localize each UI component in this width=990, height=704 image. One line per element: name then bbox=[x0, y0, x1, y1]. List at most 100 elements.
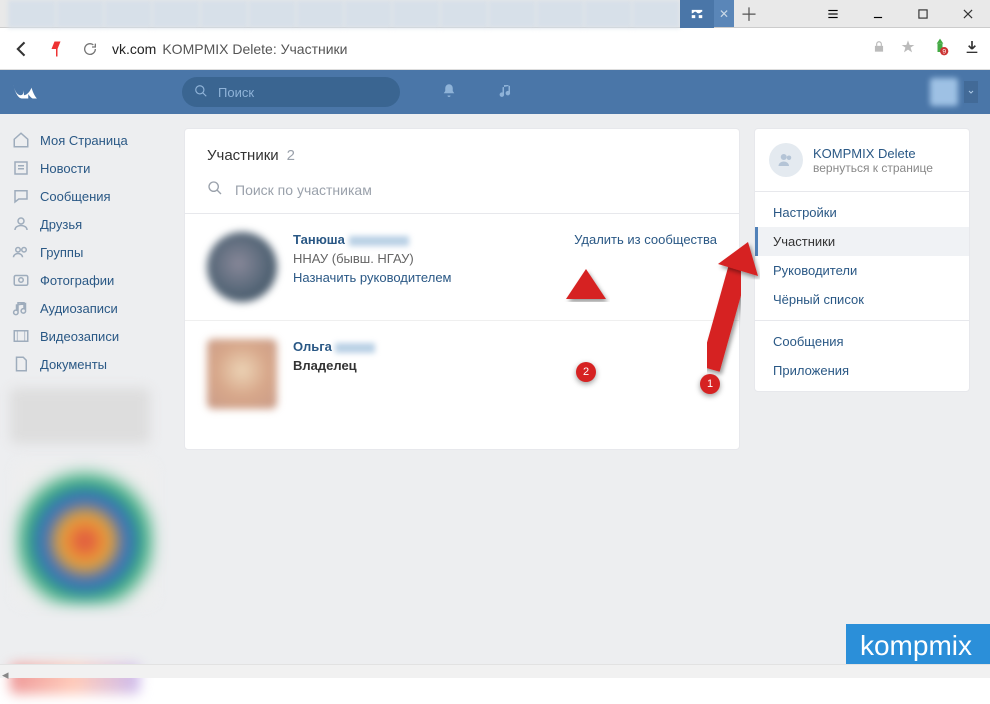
vk-search-input[interactable] bbox=[216, 84, 396, 101]
search-icon bbox=[207, 180, 223, 199]
downloads-icon[interactable] bbox=[964, 39, 980, 58]
vk-sidebar: Моя Страница Новости Сообщения Друзья Группы… bbox=[0, 114, 170, 678]
members-count: 2 bbox=[287, 147, 295, 164]
video-icon bbox=[12, 327, 30, 345]
tab-blurred[interactable] bbox=[200, 0, 248, 28]
members-card: Участники 2 Танюша ННАУ (бывш. НГАУ) Наз… bbox=[184, 128, 740, 450]
reload-button[interactable] bbox=[78, 37, 102, 61]
back-to-page-link[interactable]: вернуться к странице bbox=[813, 161, 933, 175]
friends-icon bbox=[12, 215, 30, 233]
group-avatar-icon bbox=[769, 143, 803, 177]
ad-blurred bbox=[15, 464, 155, 604]
tab-blurred[interactable] bbox=[344, 0, 392, 28]
nav-item-news[interactable]: Новости bbox=[0, 154, 170, 182]
remove-from-community-link[interactable]: Удалить из сообщества bbox=[574, 232, 717, 302]
assign-admin-link[interactable]: Назначить руководителем bbox=[293, 270, 558, 285]
groups-icon bbox=[12, 243, 30, 261]
browser-menu-button[interactable] bbox=[810, 0, 855, 27]
member-sub: ННАУ (бывш. НГАУ) bbox=[293, 251, 558, 266]
tab-active-vk[interactable] bbox=[680, 0, 714, 28]
docs-icon bbox=[12, 355, 30, 373]
group-settings-panel: KOMPMIX Delete вернуться к странице Наст… bbox=[754, 128, 970, 392]
tab-blurred[interactable] bbox=[104, 0, 152, 28]
tab-blurred[interactable] bbox=[488, 0, 536, 28]
tab-blurred[interactable] bbox=[440, 0, 488, 28]
tab-blurred[interactable] bbox=[392, 0, 440, 28]
nav-item-groups[interactable]: Группы bbox=[0, 238, 170, 266]
nav-item-home[interactable]: Моя Страница bbox=[0, 126, 170, 154]
new-tab-button[interactable]: ＋ bbox=[734, 0, 764, 27]
ad-blurred bbox=[10, 388, 150, 444]
window-close-button[interactable] bbox=[945, 0, 990, 27]
url-display[interactable]: vk.com KOMPMIX Delete: Участники bbox=[112, 41, 862, 57]
music-icon[interactable] bbox=[498, 82, 516, 103]
url-title: KOMPMIX Delete: Участники bbox=[162, 41, 347, 57]
vk-logo[interactable] bbox=[12, 79, 56, 105]
svg-text:9: 9 bbox=[942, 49, 946, 56]
settings-menu-item[interactable]: Сообщения bbox=[755, 327, 969, 356]
audio-icon bbox=[12, 299, 30, 317]
settings-menu: НастройкиУчастникиРуководителиЧёрный спи… bbox=[755, 191, 969, 391]
tab-blurred[interactable] bbox=[632, 0, 680, 28]
tab-blurred[interactable] bbox=[56, 0, 104, 28]
news-icon bbox=[12, 159, 30, 177]
nav-label: Видеозаписи bbox=[40, 329, 119, 344]
window-minimize-button[interactable] bbox=[855, 0, 900, 27]
settings-menu-item[interactable]: Чёрный список bbox=[755, 285, 969, 314]
url-host: vk.com bbox=[112, 41, 156, 57]
back-button[interactable] bbox=[10, 37, 34, 61]
tab-blurred[interactable] bbox=[296, 0, 344, 28]
yandex-logo[interactable] bbox=[44, 37, 68, 61]
nav-item-msg[interactable]: Сообщения bbox=[0, 182, 170, 210]
group-title-link[interactable]: KOMPMIX Delete bbox=[813, 146, 933, 161]
nav-item-docs[interactable]: Документы bbox=[0, 350, 170, 378]
nav-label: Моя Страница bbox=[40, 133, 128, 148]
photos-icon bbox=[12, 271, 30, 289]
nav-label: Друзья bbox=[40, 217, 82, 232]
chevron-down-icon bbox=[964, 81, 978, 103]
menu-separator bbox=[755, 320, 969, 321]
nav-label: Фотографии bbox=[40, 273, 114, 288]
nav-item-audio[interactable]: Аудиозаписи bbox=[0, 294, 170, 322]
tab-close-button[interactable]: ✕ bbox=[714, 0, 734, 27]
vk-header bbox=[0, 70, 990, 114]
settings-menu-item[interactable]: Руководители bbox=[755, 256, 969, 285]
nav-label: Аудиозаписи bbox=[40, 301, 118, 316]
settings-menu-item[interactable]: Участники bbox=[755, 227, 969, 256]
card-title-row: Участники 2 bbox=[185, 129, 739, 174]
member-avatar[interactable] bbox=[207, 339, 277, 409]
members-search[interactable] bbox=[185, 174, 739, 214]
tab-blurred[interactable] bbox=[584, 0, 632, 28]
tab-blurred[interactable] bbox=[248, 0, 296, 28]
browser-tab-strip: ✕ ＋ bbox=[0, 0, 990, 28]
nav-item-video[interactable]: Видеозаписи bbox=[0, 322, 170, 350]
settings-menu-item[interactable]: Настройки bbox=[755, 198, 969, 227]
user-menu[interactable] bbox=[930, 78, 978, 106]
tab-blurred[interactable] bbox=[8, 0, 56, 28]
members-search-input[interactable] bbox=[233, 181, 717, 199]
nav-item-friends[interactable]: Друзья bbox=[0, 210, 170, 238]
extension-icon[interactable]: 9 bbox=[930, 37, 950, 60]
home-icon bbox=[12, 131, 30, 149]
lock-icon bbox=[872, 40, 886, 57]
bookmark-star-icon[interactable] bbox=[900, 39, 916, 58]
member-name-link[interactable]: Ольга bbox=[293, 339, 375, 354]
tab-blurred[interactable] bbox=[536, 0, 584, 28]
member-avatar[interactable] bbox=[207, 232, 277, 302]
tab-blurred[interactable] bbox=[152, 0, 200, 28]
settings-menu-item[interactable]: Приложения bbox=[755, 356, 969, 385]
member-name-link[interactable]: Танюша bbox=[293, 232, 409, 247]
search-icon bbox=[194, 84, 208, 101]
notifications-icon[interactable] bbox=[440, 82, 458, 103]
vk-search-box[interactable] bbox=[182, 77, 400, 107]
horizontal-scrollbar[interactable]: ◂ bbox=[0, 664, 990, 678]
scroll-left-arrow[interactable]: ◂ bbox=[2, 667, 12, 677]
nav-item-photos[interactable]: Фотографии bbox=[0, 266, 170, 294]
card-title: Участники bbox=[207, 147, 279, 164]
nav-label: Сообщения bbox=[40, 189, 111, 204]
nav-label: Группы bbox=[40, 245, 83, 260]
window-maximize-button[interactable] bbox=[900, 0, 945, 27]
nav-label: Документы bbox=[40, 357, 107, 372]
owner-badge: Владелец bbox=[293, 358, 717, 373]
address-bar: vk.com KOMPMIX Delete: Участники 9 bbox=[0, 28, 990, 70]
